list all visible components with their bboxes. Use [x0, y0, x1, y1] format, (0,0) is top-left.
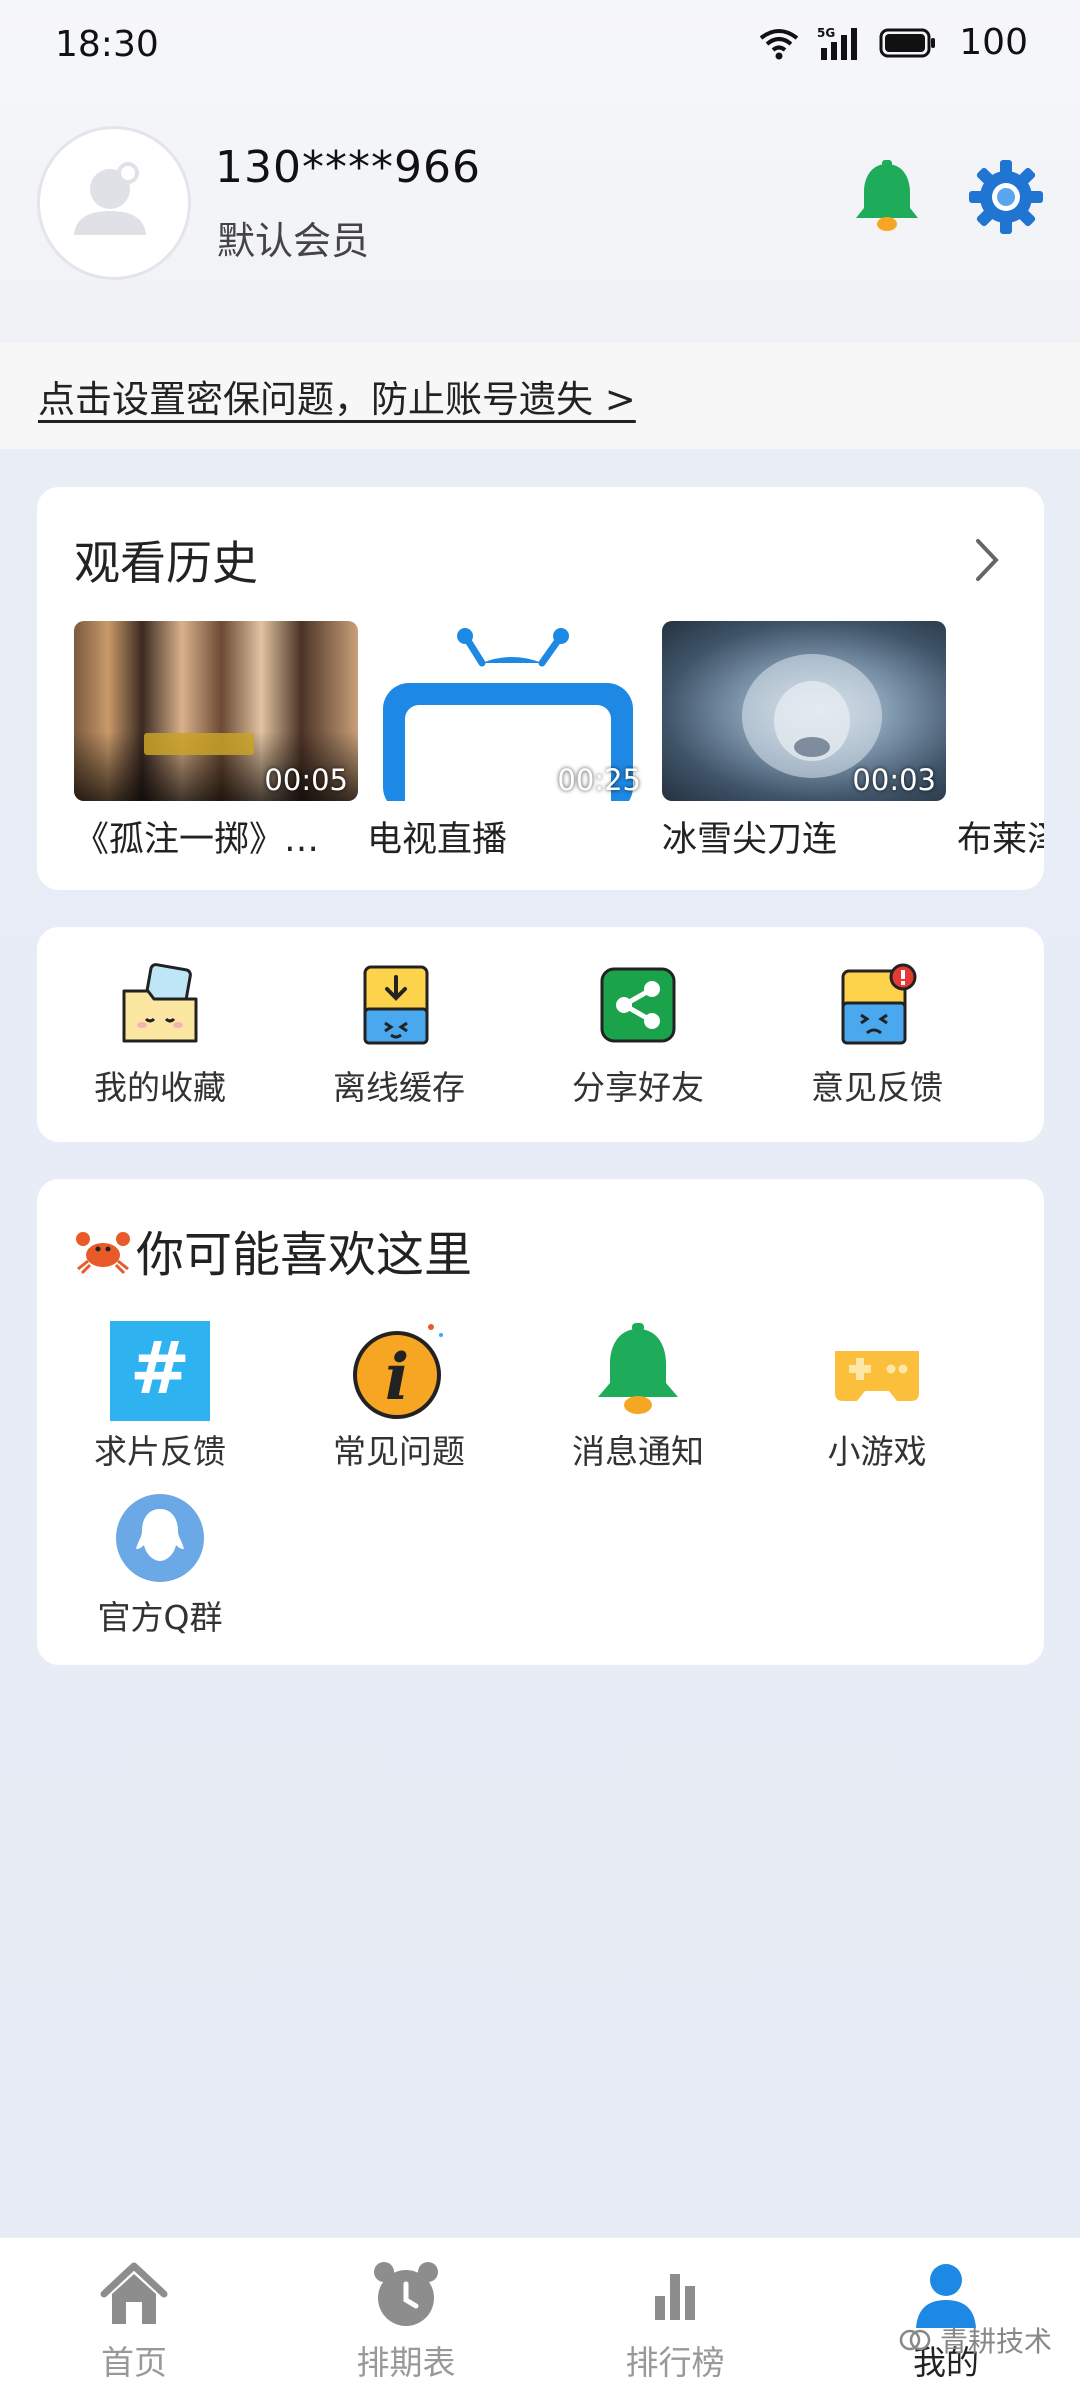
signal-icon: 5G [817, 26, 858, 60]
history-duration: 00:05 [264, 763, 348, 797]
favorites-label: 我的收藏 [94, 1068, 226, 1107]
status-bar: 18:30 5G 100 [0, 0, 1080, 90]
watch-history-card: 观看历史 00:05 《孤注一掷》… 00:25 电视直播 00:03 冰雪尖刀… [37, 487, 1044, 890]
favorites-folder-icon [122, 963, 198, 1043]
history-name: 电视直播 [367, 820, 508, 860]
bar-chart-icon [655, 2274, 695, 2320]
share-friends-button[interactable]: 分享好友 [518, 963, 758, 1109]
profile-page: 18:30 5G 100 130****966 默认会员 点击设置密保问题，防止… [0, 0, 1080, 2400]
bell-icon [598, 1323, 678, 1414]
favorites-button[interactable]: 我的收藏 [40, 963, 280, 1109]
recommend-title-text: 你可能喜欢这里 [136, 1227, 473, 1283]
gamepad-icon [835, 1351, 919, 1401]
watermark-text: 青耕技术 [939, 2325, 1052, 2358]
nav-home-label: 首页 [101, 2343, 167, 2382]
offline-cache-label: 离线缓存 [333, 1068, 465, 1107]
official-qq-group-button[interactable]: 官方Q群 [40, 1491, 280, 1639]
home-icon [100, 2262, 168, 2324]
feedback-icon [841, 963, 917, 1045]
official-qq-group-label: 官方Q群 [97, 1598, 223, 1637]
history-thumbnail[interactable]: 00:25 [367, 621, 651, 801]
recommend-title: 你可能喜欢这里 [74, 1215, 472, 1285]
history-item[interactable]: 00:03 冰雪尖刀连 [662, 621, 946, 862]
watch-history-title: 观看历史 [74, 536, 258, 590]
crab-icon [76, 1232, 130, 1275]
share-icon [600, 967, 676, 1043]
qq-icon [116, 1494, 204, 1582]
faq-label: 常见问题 [333, 1432, 465, 1471]
watermark: 青耕技术 [898, 2320, 1052, 2360]
security-question-banner[interactable]: 点击设置密保问题，防止账号遗失 > [0, 343, 1080, 449]
hashtag-icon: # [110, 1321, 210, 1421]
svg-text:#: # [130, 1326, 190, 1410]
recommend-card: 你可能喜欢这里 # 求片反馈 i 常见问题 消息通知 小游戏 官方Q群 [37, 1179, 1044, 1665]
history-name: 冰雪尖刀连 [662, 820, 838, 860]
alarm-clock-icon [374, 2262, 438, 2326]
history-duration: 00:03 [852, 763, 936, 797]
wifi-icon [760, 28, 799, 59]
notification-bell-icon[interactable] [852, 160, 922, 236]
nav-ranking-label: 排行榜 [625, 2343, 725, 2382]
bottom-nav: 首页 排期表 排行榜 我的 [0, 2238, 1080, 2400]
notifications-label: 消息通知 [572, 1432, 704, 1471]
status-icons: 5G 100 [759, 22, 1028, 63]
security-banner-text[interactable]: 点击设置密保问题，防止账号遗失 > [38, 369, 636, 423]
settings-gear-icon[interactable] [967, 158, 1045, 236]
nav-schedule-label: 排期表 [356, 2343, 456, 2382]
status-time: 18:30 [55, 24, 159, 65]
history-thumbnail[interactable] [957, 621, 1044, 801]
nav-home[interactable]: 首页 [34, 2258, 234, 2384]
member-level: 默认会员 [217, 219, 370, 263]
request-movie-button[interactable]: # 求片反馈 [40, 1321, 280, 1473]
default-avatar-icon [74, 162, 146, 235]
notifications-button[interactable]: 消息通知 [518, 1321, 758, 1473]
mini-games-label: 小游戏 [827, 1432, 927, 1471]
request-movie-label: 求片反馈 [94, 1432, 226, 1471]
svg-text:5G: 5G [817, 26, 835, 40]
feedback-label: 意见反馈 [811, 1068, 943, 1107]
battery-icon [879, 28, 936, 57]
history-item[interactable]: 布莱泽 [957, 621, 1044, 862]
offline-cache-button[interactable]: 离线缓存 [279, 963, 519, 1109]
faq-button[interactable]: i 常见问题 [279, 1321, 519, 1473]
svg-text:i: i [385, 1340, 409, 1415]
history-duration: 00:25 [557, 763, 641, 797]
history-name: 布莱泽 [957, 820, 1044, 860]
wechat-channel-icon [899, 2329, 931, 2351]
mini-games-button[interactable]: 小游戏 [757, 1321, 997, 1473]
tools-card: 我的收藏 离线缓存 分享好友 意见反馈 [37, 927, 1044, 1142]
avatar[interactable] [37, 126, 191, 280]
history-name: 《孤注一掷》… [74, 820, 320, 860]
history-thumbnail[interactable]: 00:05 [74, 621, 358, 801]
info-icon: i [353, 1324, 443, 1419]
chevron-right-icon[interactable] [968, 535, 1008, 585]
username[interactable]: 130****966 [215, 142, 481, 193]
share-friends-label: 分享好友 [572, 1068, 704, 1107]
history-thumbnail[interactable]: 00:03 [662, 621, 946, 801]
nav-schedule[interactable]: 排期表 [306, 2258, 506, 2384]
offline-download-icon [363, 965, 429, 1045]
history-item[interactable]: 00:05 《孤注一掷》… [74, 621, 358, 862]
feedback-button[interactable]: 意见反馈 [757, 963, 997, 1109]
nav-ranking[interactable]: 排行榜 [575, 2258, 775, 2384]
history-item[interactable]: 00:25 电视直播 [367, 621, 651, 862]
battery-level: 100 [959, 22, 1028, 63]
